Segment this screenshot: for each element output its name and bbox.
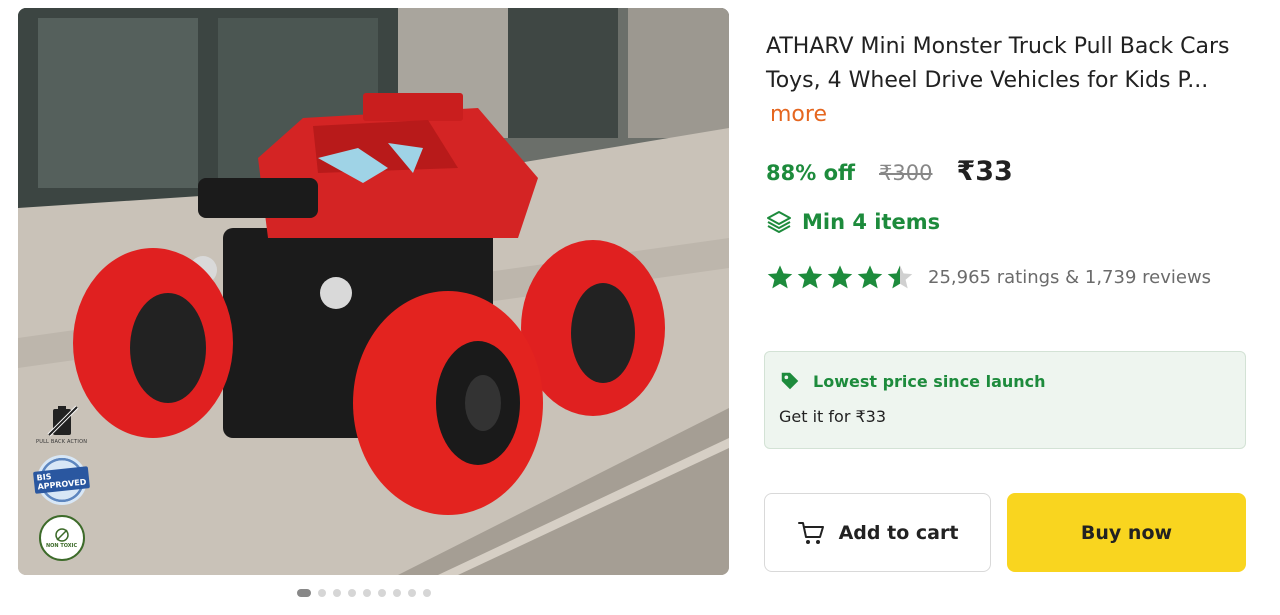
product-title-text: ATHARV Mini Monster Truck Pull Back Cars… bbox=[766, 34, 1230, 93]
buy-now-label: Buy now bbox=[1080, 521, 1173, 544]
carousel-dot-6[interactable] bbox=[378, 589, 386, 597]
bis-approved-label: BIS APPROVED bbox=[33, 466, 91, 494]
carousel-dot-9[interactable] bbox=[423, 589, 431, 597]
pull-back-caption: PULL BACK ACTION bbox=[36, 439, 88, 445]
star-icon bbox=[797, 265, 823, 289]
star-icon bbox=[767, 265, 793, 289]
offer-headline-row: Lowest price since launch bbox=[779, 370, 1231, 392]
carousel-dot-2[interactable] bbox=[318, 589, 326, 597]
star-icon bbox=[857, 265, 883, 289]
carousel-dot-7[interactable] bbox=[393, 589, 401, 597]
price-offer-card: Lowest price since launch Get it for ₹33 bbox=[764, 351, 1246, 449]
non-toxic-badge: NON TOXIC bbox=[38, 515, 85, 561]
carousel-dot-8[interactable] bbox=[408, 589, 416, 597]
layers-icon bbox=[767, 211, 791, 233]
buy-now-button[interactable]: Buy now bbox=[1007, 493, 1246, 572]
carousel-indicator[interactable] bbox=[297, 589, 431, 597]
carousel-dot-3[interactable] bbox=[333, 589, 341, 597]
carousel-dot-5[interactable] bbox=[363, 589, 371, 597]
ratings-reviews-count: 25,965 ratings & 1,739 reviews bbox=[928, 266, 1212, 288]
offer-headline: Lowest price since launch bbox=[813, 371, 1046, 391]
pull-back-badge: PULL BACK ACTION bbox=[36, 403, 87, 445]
discount-label: 88% off bbox=[766, 161, 856, 185]
product-image bbox=[18, 8, 729, 575]
half-star-icon bbox=[887, 265, 913, 289]
non-toxic-icon bbox=[54, 528, 69, 542]
tag-icon bbox=[781, 372, 799, 390]
carousel-dot-4[interactable] bbox=[348, 589, 356, 597]
star-icon bbox=[827, 265, 853, 289]
non-toxic-label: NON TOXIC bbox=[45, 543, 78, 549]
bis-approved-badge: BIS APPROVED bbox=[33, 455, 91, 505]
product-title: ATHARV Mini Monster Truck Pull Back Cars… bbox=[766, 30, 1246, 132]
min-order-row: Min 4 items bbox=[766, 209, 1246, 235]
price-row: 88% off ₹300 ₹33 bbox=[766, 156, 1246, 187]
selling-price: ₹33 bbox=[956, 156, 1013, 187]
rating-row[interactable]: 25,965 ratings & 1,739 reviews bbox=[766, 263, 1246, 291]
feature-badges: PULL BACK ACTION BIS APPROVED NON TOXIC bbox=[33, 403, 91, 561]
carousel-dot-1[interactable] bbox=[297, 589, 311, 597]
offer-detail: Get it for ₹33 bbox=[779, 407, 887, 426]
star-rating bbox=[766, 263, 914, 291]
original-price: ₹300 bbox=[879, 161, 933, 185]
product-info: ATHARV Mini Monster Truck Pull Back Cars… bbox=[766, 30, 1246, 291]
min-order-label: Min 4 items bbox=[802, 210, 941, 234]
pull-back-icon bbox=[47, 405, 79, 437]
product-image-carousel[interactable]: PULL BACK ACTION BIS APPROVED NON TOXIC bbox=[18, 8, 729, 575]
cart-icon bbox=[797, 521, 824, 544]
add-to-cart-label: Add to cart bbox=[838, 521, 959, 544]
more-link[interactable]: more bbox=[770, 102, 827, 127]
add-to-cart-button[interactable]: Add to cart bbox=[764, 493, 991, 572]
